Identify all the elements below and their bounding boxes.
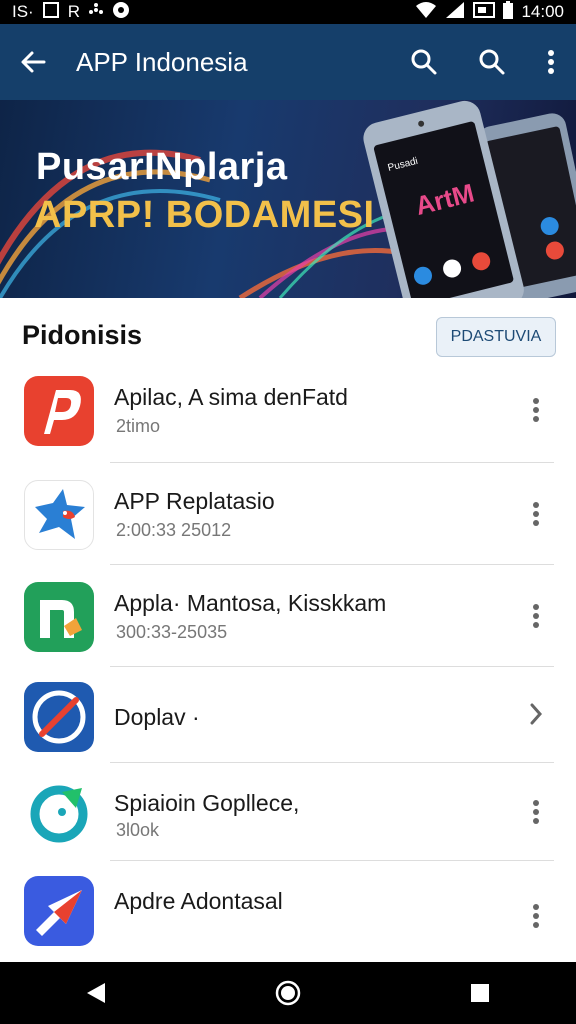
- wifi-icon: [415, 1, 437, 24]
- more-vertical-icon: [533, 800, 539, 824]
- app-subtitle: 3l0ok: [116, 820, 160, 840]
- item-more-button[interactable]: [516, 896, 556, 936]
- battery-saver-icon: [473, 1, 496, 23]
- status-text-2: R: [67, 2, 81, 21]
- more-vertical-icon: [548, 50, 554, 74]
- banner-headline: PusarINplarja: [36, 146, 288, 188]
- battery-icon: [503, 0, 514, 24]
- signal-icon: [445, 1, 465, 24]
- flower-icon: [88, 2, 104, 23]
- home-circle-icon: [275, 980, 301, 1006]
- section-title: Pidonisis: [22, 320, 143, 350]
- chevron-right-icon: [530, 703, 543, 725]
- back-arrow-icon: [21, 51, 46, 73]
- list-item[interactable]: APP Replatasio 2:00:33 25012: [0, 464, 576, 564]
- search-icon: [479, 49, 505, 75]
- red-p-app-icon: [24, 376, 94, 446]
- bird-app-icon: [24, 480, 94, 550]
- item-more-button[interactable]: [516, 390, 556, 430]
- list-item[interactable]: Doplav ·: [0, 668, 576, 768]
- search-button[interactable]: [390, 24, 458, 100]
- status-text-1: IS·: [12, 2, 34, 21]
- green-n-app-icon: [24, 582, 94, 652]
- app-title: Appla· Mantosa, Kisskkam: [114, 590, 387, 616]
- status-bar-right: 14:00: [415, 0, 564, 24]
- section-action-button[interactable]: PDASTUVIA: [436, 317, 556, 357]
- divider: [110, 762, 554, 763]
- list-item[interactable]: Apdre Adontasal: [0, 862, 576, 962]
- app-title: Apdre Adontasal: [114, 888, 283, 914]
- list-item[interactable]: Apilac, A sima denFatd 2timo: [0, 362, 576, 462]
- more-vertical-icon: [533, 502, 539, 526]
- list-item[interactable]: Spiaioin Gopllece, 3l0ok: [0, 764, 576, 864]
- app-bar: APP Indonesia: [0, 24, 576, 100]
- blue-circle-slash-app-icon: [24, 682, 94, 752]
- app-bar-title: APP Indonesia: [76, 46, 248, 77]
- clock: 14:00: [521, 2, 564, 21]
- list-item[interactable]: Appla· Mantosa, Kisskkam 300:33-25035: [0, 566, 576, 666]
- app-subtitle: 2:00:33 25012: [116, 520, 232, 540]
- item-more-button[interactable]: [516, 596, 556, 636]
- divider: [110, 860, 554, 861]
- nav-back-button[interactable]: [66, 968, 126, 1018]
- app-title: Spiaioin Gopllece,: [114, 790, 300, 816]
- promo-banner[interactable]: Pusadi ArtM PusarINplarja APRP! BODAMESI: [0, 100, 576, 298]
- more-vertical-icon: [533, 604, 539, 628]
- app-title: APP Replatasio: [114, 488, 275, 514]
- system-nav-bar: [0, 962, 576, 1024]
- more-vertical-icon: [533, 398, 539, 422]
- item-chevron-button[interactable]: [516, 694, 556, 734]
- more-vertical-icon: [533, 904, 539, 928]
- app-subtitle: 300:33-25035: [116, 622, 228, 642]
- item-more-button[interactable]: [516, 494, 556, 534]
- star-arrow-app-icon: [24, 876, 94, 946]
- banner-subheadline: APRP! BODAMESI: [34, 194, 375, 236]
- item-more-button[interactable]: [516, 792, 556, 832]
- app-title: Doplav ·: [114, 704, 200, 730]
- recents-square-icon: [471, 984, 489, 1002]
- teal-ring-app-icon: [24, 778, 94, 848]
- search-button-2[interactable]: [458, 24, 526, 100]
- status-bar-left: IS· R: [12, 1, 130, 24]
- record-icon: [112, 1, 130, 24]
- search-icon: [411, 49, 437, 75]
- sd-card-icon: [42, 1, 60, 24]
- divider: [110, 462, 554, 463]
- status-bar: IS· R 14:00: [0, 0, 576, 24]
- app-subtitle: 2timo: [116, 416, 161, 436]
- divider: [110, 666, 554, 667]
- back-button[interactable]: [0, 24, 66, 100]
- app-title: Apilac, A sima denFatd: [114, 384, 348, 410]
- divider: [110, 564, 554, 565]
- overflow-menu-button[interactable]: [526, 24, 576, 100]
- nav-home-button[interactable]: [258, 968, 318, 1018]
- back-triangle-icon: [87, 983, 105, 1003]
- nav-recents-button[interactable]: [450, 968, 510, 1018]
